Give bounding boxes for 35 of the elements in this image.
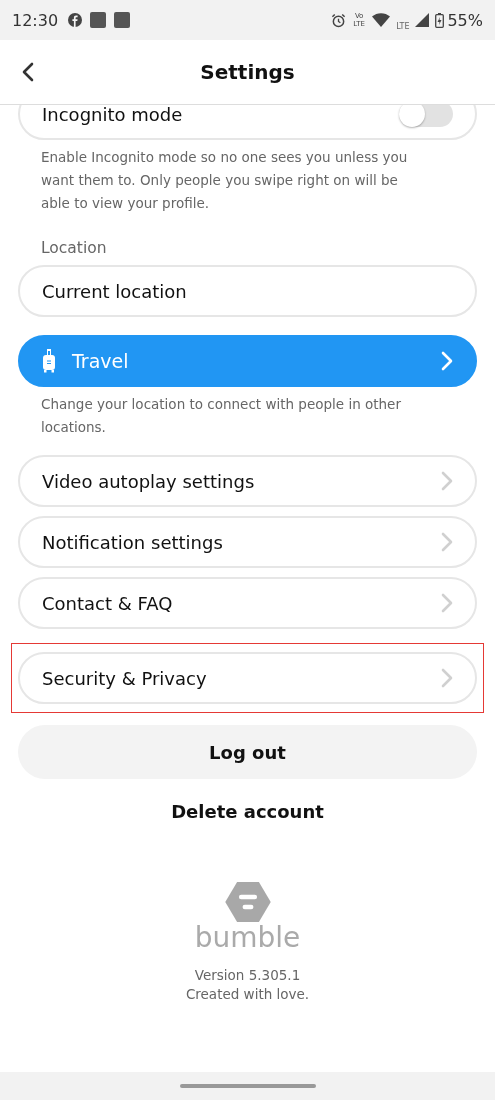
app-notification-icon [90,12,107,28]
logout-button[interactable]: Log out [18,725,477,779]
chevron-icon [441,668,453,688]
delete-account-link[interactable]: Delete account [167,797,328,826]
hexagon-logo-icon [224,882,271,922]
settings-row[interactable]: Security & Privacy [18,652,477,704]
current-location-row[interactable]: Current location [18,265,477,317]
chevron-icon [441,593,453,613]
chevron-icon [441,351,453,371]
settings-row[interactable]: Notification settings [18,516,477,568]
signal-icon [415,13,430,27]
incognito-row[interactable]: Incognito mode [18,105,477,140]
screen-title: Settings [200,60,295,84]
home-handle[interactable] [179,1084,316,1088]
lte-label: LTE [396,21,410,31]
status-time: 12:30 [12,10,59,30]
brand-wordmark: bumble [194,922,301,954]
incognito-toggle[interactable] [399,105,453,127]
location-heading: Location [41,239,108,257]
version-text: Version 5.305.1 [194,966,301,985]
app-notification-icon [68,13,83,27]
app-notification-icon [114,12,131,28]
alarm-icon [331,12,347,28]
battery-icon [435,12,445,28]
travel-description: Change your location to connect with people in other locations. [41,395,401,437]
back-button[interactable] [22,62,34,82]
chevron-icon [441,532,453,552]
incognito-description: Enable Incognito mode so no one sees you unless you want them to. Only people you swipe right on will be able to view your profile. [41,148,409,213]
battery-level: 55% [447,10,483,30]
chevron-icon [441,471,453,491]
tagline-text: Created with love. [185,985,310,1004]
settings-row[interactable]: Contact & FAQ [18,577,477,629]
settings-row[interactable]: Video autoplay settings [18,455,477,507]
luggage-icon [42,349,56,373]
wifi-icon [372,13,391,27]
